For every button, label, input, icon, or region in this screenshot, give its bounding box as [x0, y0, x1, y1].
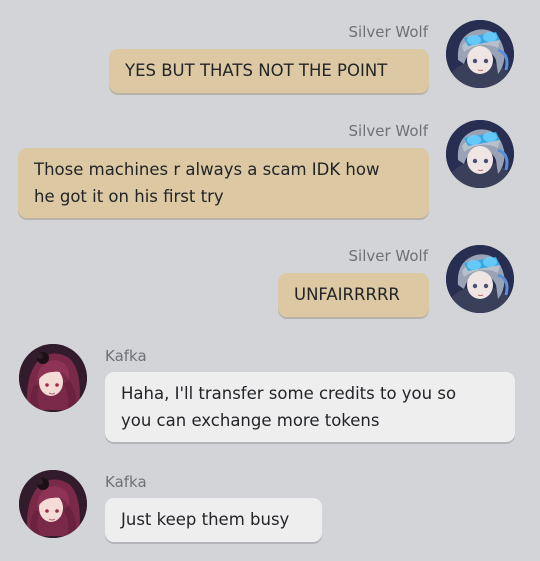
- sender-name: Kafka: [105, 473, 147, 491]
- message-row: Kafka Just keep them busy: [0, 0, 540, 561]
- kafka-avatar-icon[interactable]: [19, 470, 87, 538]
- message-bubble[interactable]: Just keep them busy: [105, 498, 322, 542]
- message-text: Just keep them busy: [121, 510, 290, 529]
